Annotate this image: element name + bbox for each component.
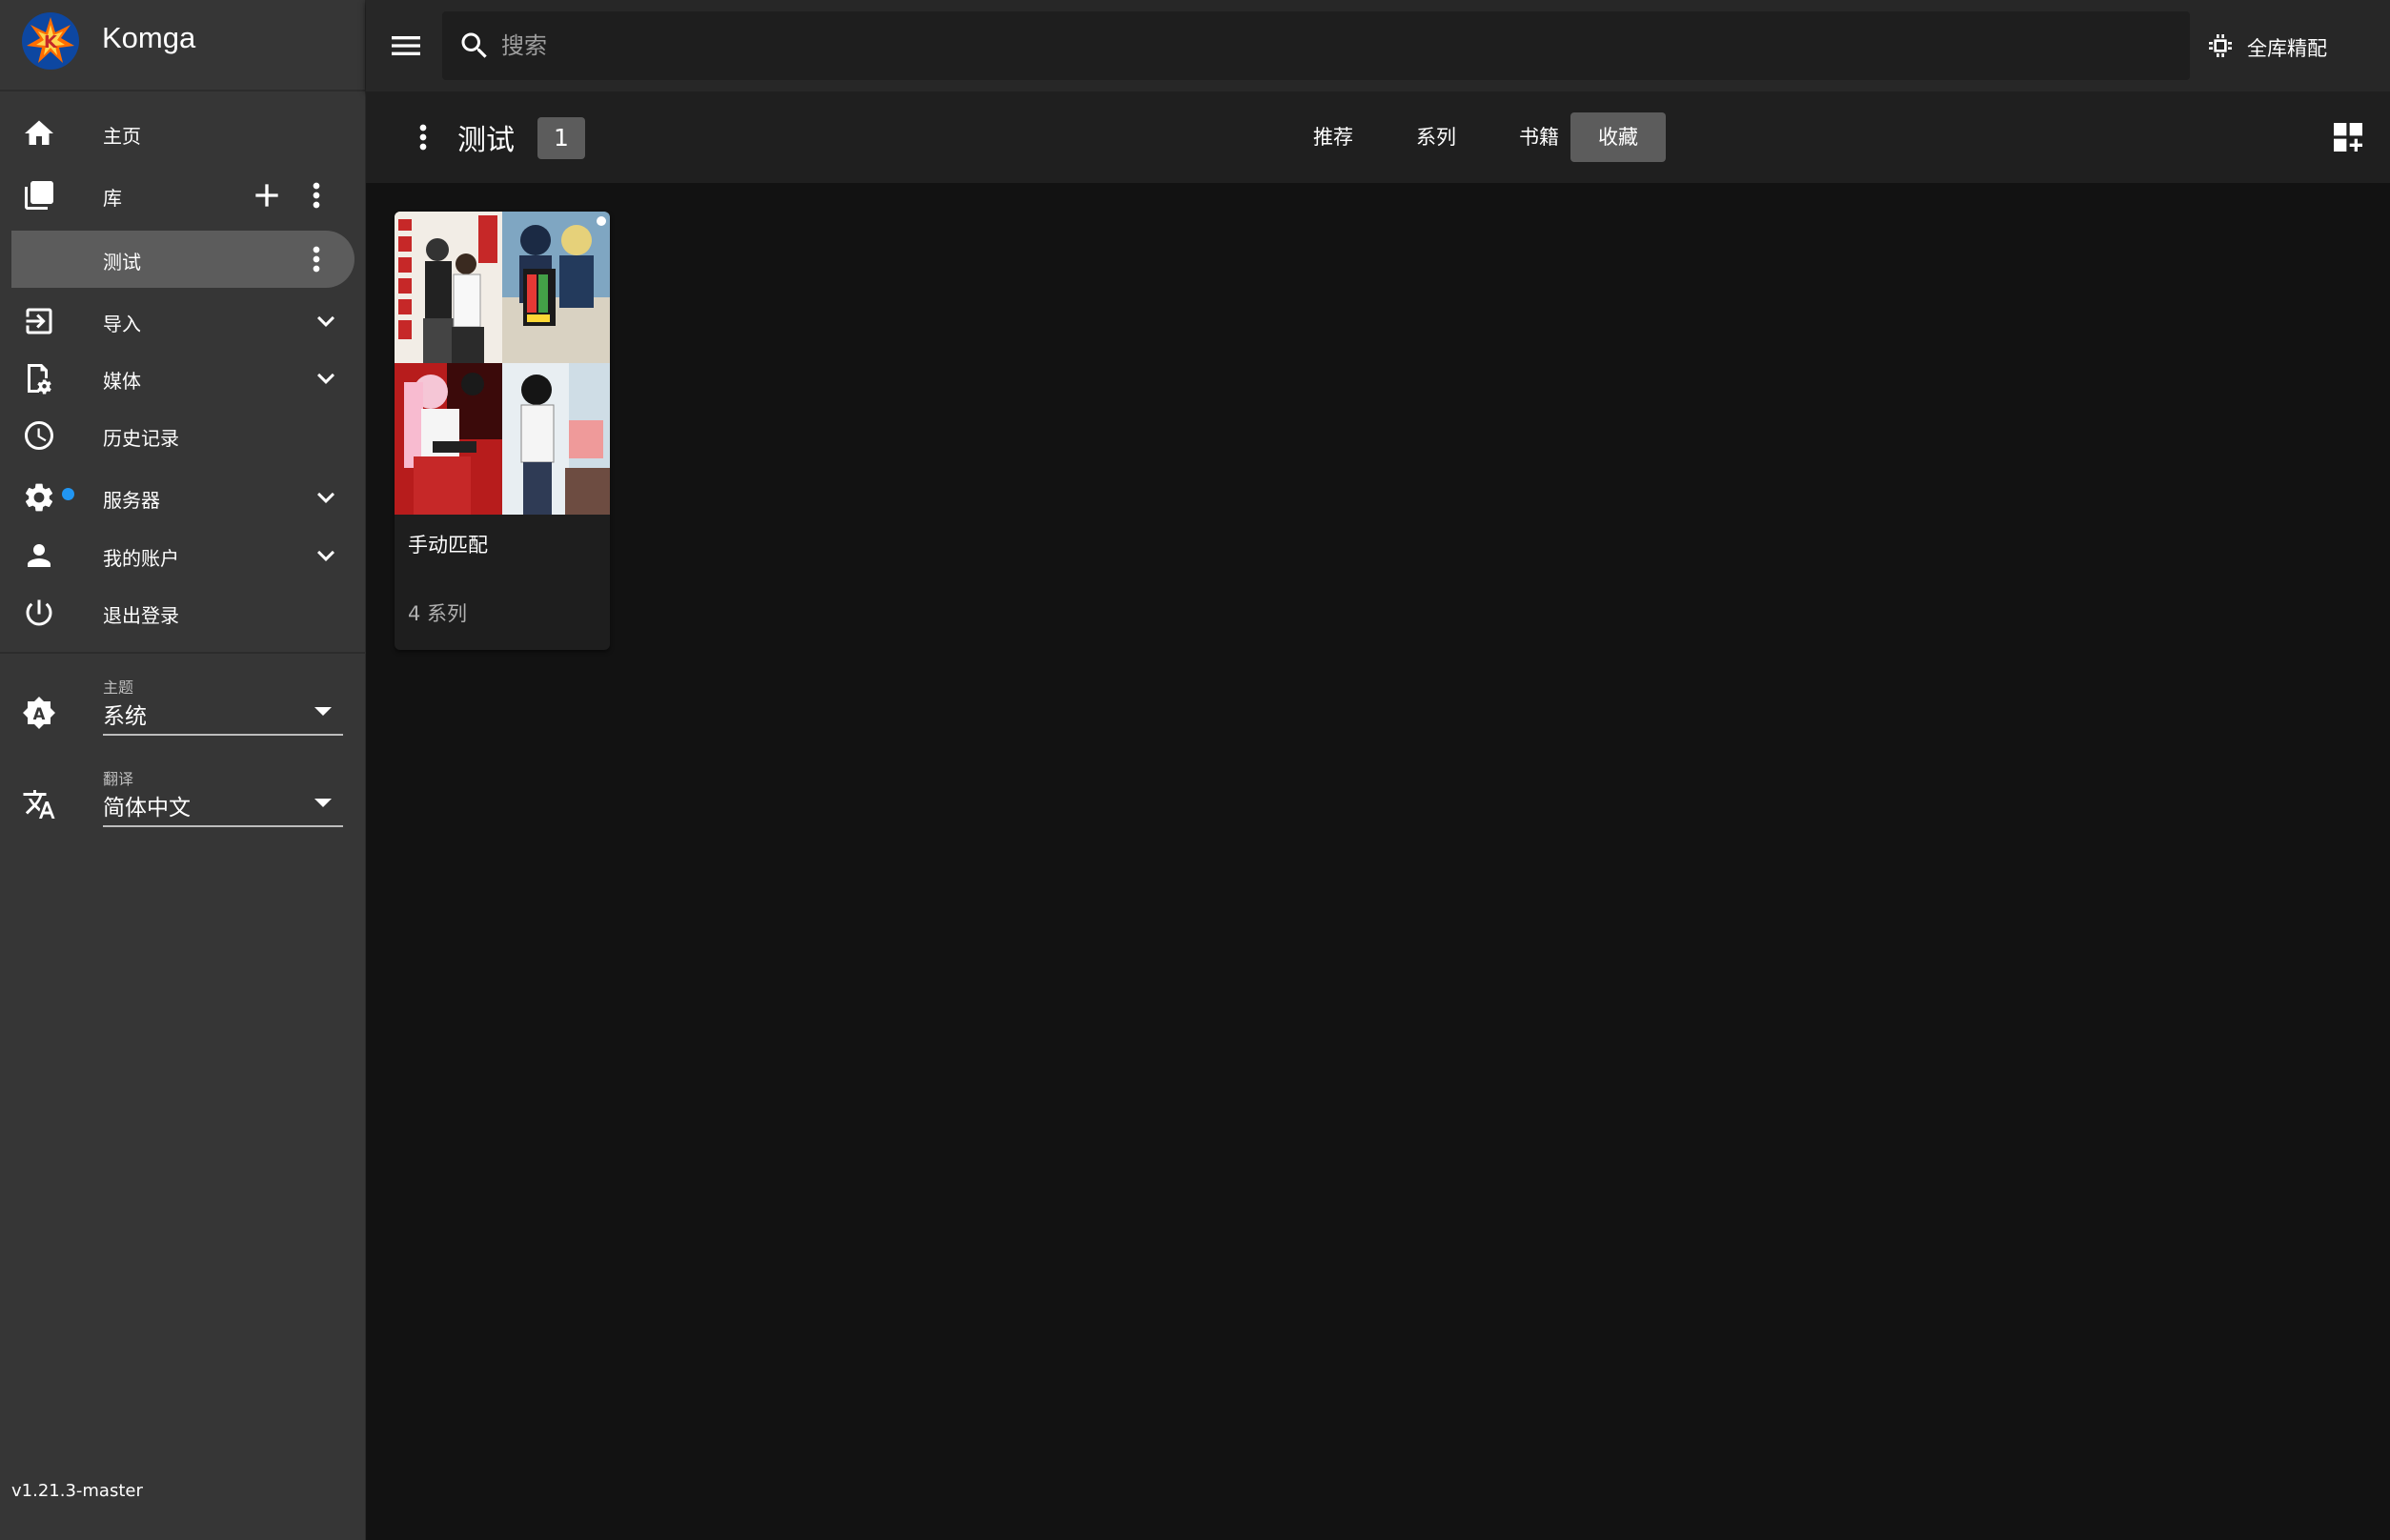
app-root: K Komga 主页 库 测试 导入 媒体 历史记录 服务器 我的账户 退出登录… (0, 0, 2390, 1540)
libraries-more-icon[interactable] (297, 176, 335, 214)
nav-libraries[interactable]: 库 (0, 167, 366, 224)
svg-text:K: K (44, 32, 58, 52)
media-management-icon (22, 361, 56, 395)
nav-logout-label: 退出登录 (103, 604, 179, 627)
cover-thumbnail (502, 363, 610, 515)
chevron-down-icon (309, 361, 343, 395)
library-toolbar: 测试 1 推荐 系列 书籍 收藏 (366, 91, 2390, 183)
translate-icon (22, 787, 56, 821)
chip-match-icon (2205, 30, 2236, 61)
theme-underline (103, 734, 343, 736)
nav-server-label: 服务器 (103, 489, 160, 512)
cover-thumbnail (502, 212, 610, 363)
theme-value: 系统 (103, 704, 147, 729)
import-icon (22, 304, 56, 338)
nav-history-label: 历史记录 (103, 427, 179, 450)
person-icon (22, 538, 56, 573)
search-icon (457, 29, 492, 63)
library-actions-more-icon[interactable] (404, 118, 442, 156)
language-underline (103, 825, 343, 827)
sidebar-item-library-test[interactable]: 测试 (11, 231, 354, 288)
history-clock-icon (22, 418, 56, 453)
search-box (442, 11, 2190, 80)
app-name: Komga (102, 21, 196, 54)
nav-home-label: 主页 (103, 125, 141, 148)
tab-recommended[interactable]: 推荐 (1281, 112, 1386, 162)
theme-icon: A (22, 696, 56, 730)
match-all-label: 全库精配 (2247, 37, 2327, 60)
nav-server[interactable]: 服务器 (0, 469, 366, 526)
nav-account[interactable]: 我的账户 (0, 527, 366, 584)
library-test-label: 测试 (103, 251, 141, 274)
collection-count-badge: 1 (537, 117, 585, 159)
nav-home[interactable]: 主页 (0, 105, 366, 162)
chevron-down-icon (309, 538, 343, 573)
menu-icon[interactable] (387, 27, 425, 65)
library-books-icon (22, 178, 56, 213)
sidebar-divider (0, 652, 366, 654)
chevron-down-icon (309, 304, 343, 338)
add-collection-grid-icon[interactable] (2329, 118, 2367, 156)
theme-select[interactable]: A 主题 系统 (0, 671, 366, 747)
nav-account-label: 我的账户 (103, 547, 179, 570)
language-caption: 翻译 (103, 770, 134, 788)
dropdown-arrow-icon (314, 799, 332, 807)
server-notification-dot (62, 488, 74, 500)
nav-logout[interactable]: 退出登录 (0, 584, 366, 641)
nav-libraries-label: 库 (103, 187, 122, 210)
tab-series[interactable]: 系列 (1384, 112, 1489, 162)
collection-thumbnail (395, 212, 610, 515)
collection-card[interactable]: 手动匹配 4 系列 (395, 212, 610, 650)
svg-text:A: A (33, 705, 46, 723)
top-app-bar: 全库精配 (366, 0, 2390, 91)
nav-media[interactable]: 媒体 (0, 350, 366, 407)
collection-title: 手动匹配 (408, 534, 488, 557)
language-value: 简体中文 (103, 796, 191, 821)
brand-header[interactable]: K Komga (0, 0, 366, 91)
cover-thumbnail (395, 363, 502, 515)
nav-history[interactable]: 历史记录 (0, 407, 366, 464)
komga-logo-icon: K (21, 11, 80, 71)
library-test-more-icon[interactable] (297, 240, 335, 278)
cover-thumbnail (395, 212, 502, 363)
theme-caption: 主题 (103, 679, 134, 697)
page-title: 测试 (457, 124, 515, 157)
chevron-down-icon (309, 480, 343, 515)
power-icon (22, 596, 56, 630)
nav-import-label: 导入 (103, 313, 141, 335)
tab-collections[interactable]: 收藏 (1570, 112, 1666, 162)
language-select[interactable]: 翻译 简体中文 (0, 762, 366, 839)
nav-media-label: 媒体 (103, 370, 141, 393)
search-input[interactable] (501, 27, 2159, 65)
collection-series-count: 4 系列 (408, 602, 468, 625)
app-version: v1.21.3-master (11, 1481, 143, 1501)
nav-import[interactable]: 导入 (0, 293, 366, 350)
add-library-button[interactable] (248, 176, 286, 214)
gear-icon (22, 480, 56, 515)
sidebar: K Komga 主页 库 测试 导入 媒体 历史记录 服务器 我的账户 退出登录… (0, 0, 366, 1540)
home-icon (22, 116, 56, 151)
dropdown-arrow-icon (314, 707, 332, 716)
